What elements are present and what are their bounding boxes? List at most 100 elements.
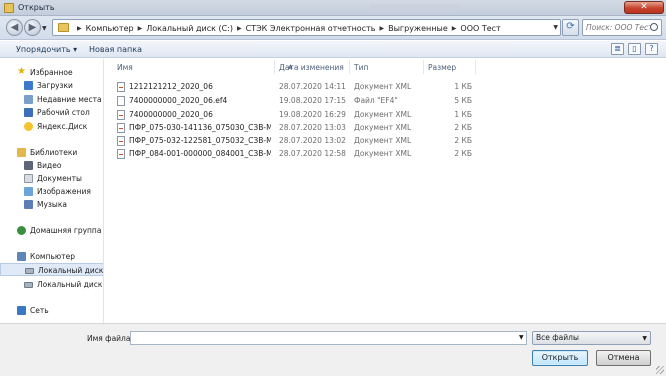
drive-icon <box>24 282 33 288</box>
breadcrumb-item[interactable]: СТЭК Электронная отчетность <box>246 24 376 33</box>
sidebar-item-desktop[interactable]: Рабочий стол <box>0 106 103 119</box>
file-date: 19.08.2020 17:15 <box>279 96 346 105</box>
recent-places-icon <box>24 95 33 104</box>
breadcrumb-item[interactable]: Компьютер <box>86 24 134 33</box>
sidebar-libraries[interactable]: Библиотеки <box>0 146 103 159</box>
file-size: 1 КБ <box>454 110 472 119</box>
new-folder-button[interactable]: Новая папка <box>89 45 142 54</box>
address-bar[interactable]: ▶ Компьютер ▶ Локальный диск (C:) ▶ СТЭК… <box>52 19 561 36</box>
filetype-value: Все файлы <box>536 333 579 342</box>
cancel-button[interactable]: Отмена <box>596 350 651 366</box>
sidebar-computer[interactable]: Компьютер <box>0 250 103 263</box>
sidebar-homegroup[interactable]: Домашняя группа <box>0 224 103 237</box>
filename-dropdown-icon[interactable]: ▼ <box>519 334 524 341</box>
file-date: 28.07.2020 13:02 <box>279 136 346 145</box>
homegroup-icon <box>17 226 26 235</box>
view-options-icon[interactable]: ≣ <box>611 43 624 55</box>
sidebar-item-documents[interactable]: Документы <box>0 172 103 185</box>
sidebar-label: Локальный диск (D:) <box>37 280 103 289</box>
sidebar-network[interactable]: Сеть <box>0 304 103 317</box>
file-row[interactable]: 1212121212_2020_06 28.07.2020 14:11 Доку… <box>105 80 666 93</box>
back-button[interactable]: ◀ <box>6 19 23 36</box>
resize-grip-icon[interactable] <box>656 366 664 374</box>
file-date: 28.07.2020 12:58 <box>279 149 346 158</box>
column-type[interactable]: Тип <box>354 63 368 72</box>
dialog-footer: Имя файла: ▼ Все файлы ▼ Открыть Отмена <box>0 323 666 376</box>
title-blur <box>370 4 460 11</box>
file-name: ПФР_075-032-122581_075032_СЗВ-М_2020... <box>129 136 271 145</box>
file-name: 7400000000_2020_06.ef4 <box>129 96 228 105</box>
sidebar-item-video[interactable]: Видео <box>0 159 103 172</box>
search-input[interactable] <box>586 20 650 35</box>
file-size: 2 КБ <box>454 136 472 145</box>
column-size[interactable]: Размер <box>428 63 456 72</box>
filetype-select[interactable]: Все файлы ▼ <box>532 331 651 345</box>
chevron-right-icon[interactable]: ▶ <box>237 25 242 32</box>
sidebar-item-drive-d[interactable]: Локальный диск (D:) <box>0 278 103 291</box>
libraries-icon <box>17 148 26 157</box>
file-row[interactable]: ПФР_084-001-000000_084001_СЗВ-М_2020... … <box>105 147 666 160</box>
column-divider[interactable] <box>475 60 476 74</box>
folder-icon <box>58 23 69 32</box>
file-row[interactable]: ПФР_075-032-122581_075032_СЗВ-М_2020... … <box>105 134 666 147</box>
sidebar-item-drive-c[interactable]: Локальный диск (C:) <box>0 263 104 276</box>
column-divider[interactable] <box>274 60 275 74</box>
file-date: 19.08.2020 16:29 <box>279 110 346 119</box>
close-button[interactable]: ✕ <box>624 1 664 14</box>
xml-file-icon <box>117 149 125 159</box>
sidebar-label: Локальный диск (C:) <box>38 266 104 275</box>
column-date[interactable]: Дата изменения <box>279 63 344 72</box>
search-box[interactable] <box>582 19 662 36</box>
chevron-right-icon[interactable]: ▶ <box>379 25 384 32</box>
recent-pages-chevron-icon[interactable]: ▼ <box>42 25 47 32</box>
file-size: 2 КБ <box>454 149 472 158</box>
file-row[interactable]: 7400000000_2020_06.ef4 19.08.2020 17:15 … <box>105 94 666 107</box>
breadcrumb-item[interactable]: Локальный диск (C:) <box>146 24 233 33</box>
breadcrumb-item[interactable]: Выгруженные <box>388 24 448 33</box>
preview-pane-icon[interactable]: ▯ <box>628 43 641 55</box>
sidebar-label: Библиотеки <box>30 148 78 157</box>
help-icon[interactable]: ? <box>645 43 658 55</box>
computer-icon <box>17 252 26 261</box>
drive-icon <box>25 268 34 274</box>
column-divider[interactable] <box>349 60 350 74</box>
xml-file-icon <box>117 136 125 146</box>
sidebar-label: Видео <box>37 161 62 170</box>
chevron-right-icon[interactable]: ▶ <box>77 25 82 32</box>
file-row[interactable]: 7400000000_2020_06 19.08.2020 16:29 Доку… <box>105 108 666 121</box>
sidebar-item-pictures[interactable]: Изображения <box>0 185 103 198</box>
organize-button[interactable]: Упорядочить ▾ <box>16 45 77 54</box>
file-row[interactable]: ПФР_075-030-141136_075030_СЗВ-М_2020... … <box>105 121 666 134</box>
file-list: Имя ▲ Дата изменения Тип Размер 12121212… <box>105 59 666 323</box>
column-name[interactable]: Имя <box>117 63 133 72</box>
sidebar-item-music[interactable]: Музыка <box>0 198 103 211</box>
chevron-down-icon: ▼ <box>642 335 647 342</box>
sidebar-favorites[interactable]: ★ Избранное <box>0 66 103 79</box>
sidebar-item-recent-places[interactable]: Недавние места <box>0 93 103 106</box>
file-type: Документ XML <box>354 110 412 119</box>
documents-icon <box>24 174 33 183</box>
breadcrumb-item[interactable]: ООО Тест <box>460 24 500 33</box>
sidebar-label: Сеть <box>30 306 49 315</box>
sidebar-label: Музыка <box>37 200 67 209</box>
yandex-disk-icon <box>24 122 33 131</box>
search-icon[interactable] <box>650 23 658 31</box>
sidebar-item-downloads[interactable]: Загрузки <box>0 79 103 92</box>
breadcrumb: ▶ Компьютер ▶ Локальный диск (C:) ▶ СТЭК… <box>73 24 501 33</box>
open-button[interactable]: Открыть <box>532 350 588 366</box>
refresh-button[interactable]: ⟳ <box>562 19 579 36</box>
column-divider[interactable] <box>423 60 424 74</box>
navigation-bar: ◀ ▶ ▼ ▶ Компьютер ▶ Локальный диск (C:) … <box>0 16 666 40</box>
forward-button[interactable]: ▶ <box>24 19 41 36</box>
filename-input[interactable] <box>130 331 527 345</box>
downloads-icon <box>24 81 33 90</box>
command-bar: Упорядочить ▾ Новая папка ≣ ▯ ? <box>0 41 666 58</box>
main-area: ★ Избранное Загрузки Недавние места Рабо… <box>0 59 666 323</box>
sidebar-label: Изображения <box>37 187 91 196</box>
sidebar-label: Недавние места <box>37 95 102 104</box>
sidebar-item-yandex-disk[interactable]: Яндекс.Диск <box>0 120 103 133</box>
network-icon <box>17 306 26 315</box>
address-dropdown-icon[interactable]: ▼ <box>553 24 558 31</box>
chevron-right-icon[interactable]: ▶ <box>138 25 143 32</box>
chevron-right-icon[interactable]: ▶ <box>452 25 457 32</box>
